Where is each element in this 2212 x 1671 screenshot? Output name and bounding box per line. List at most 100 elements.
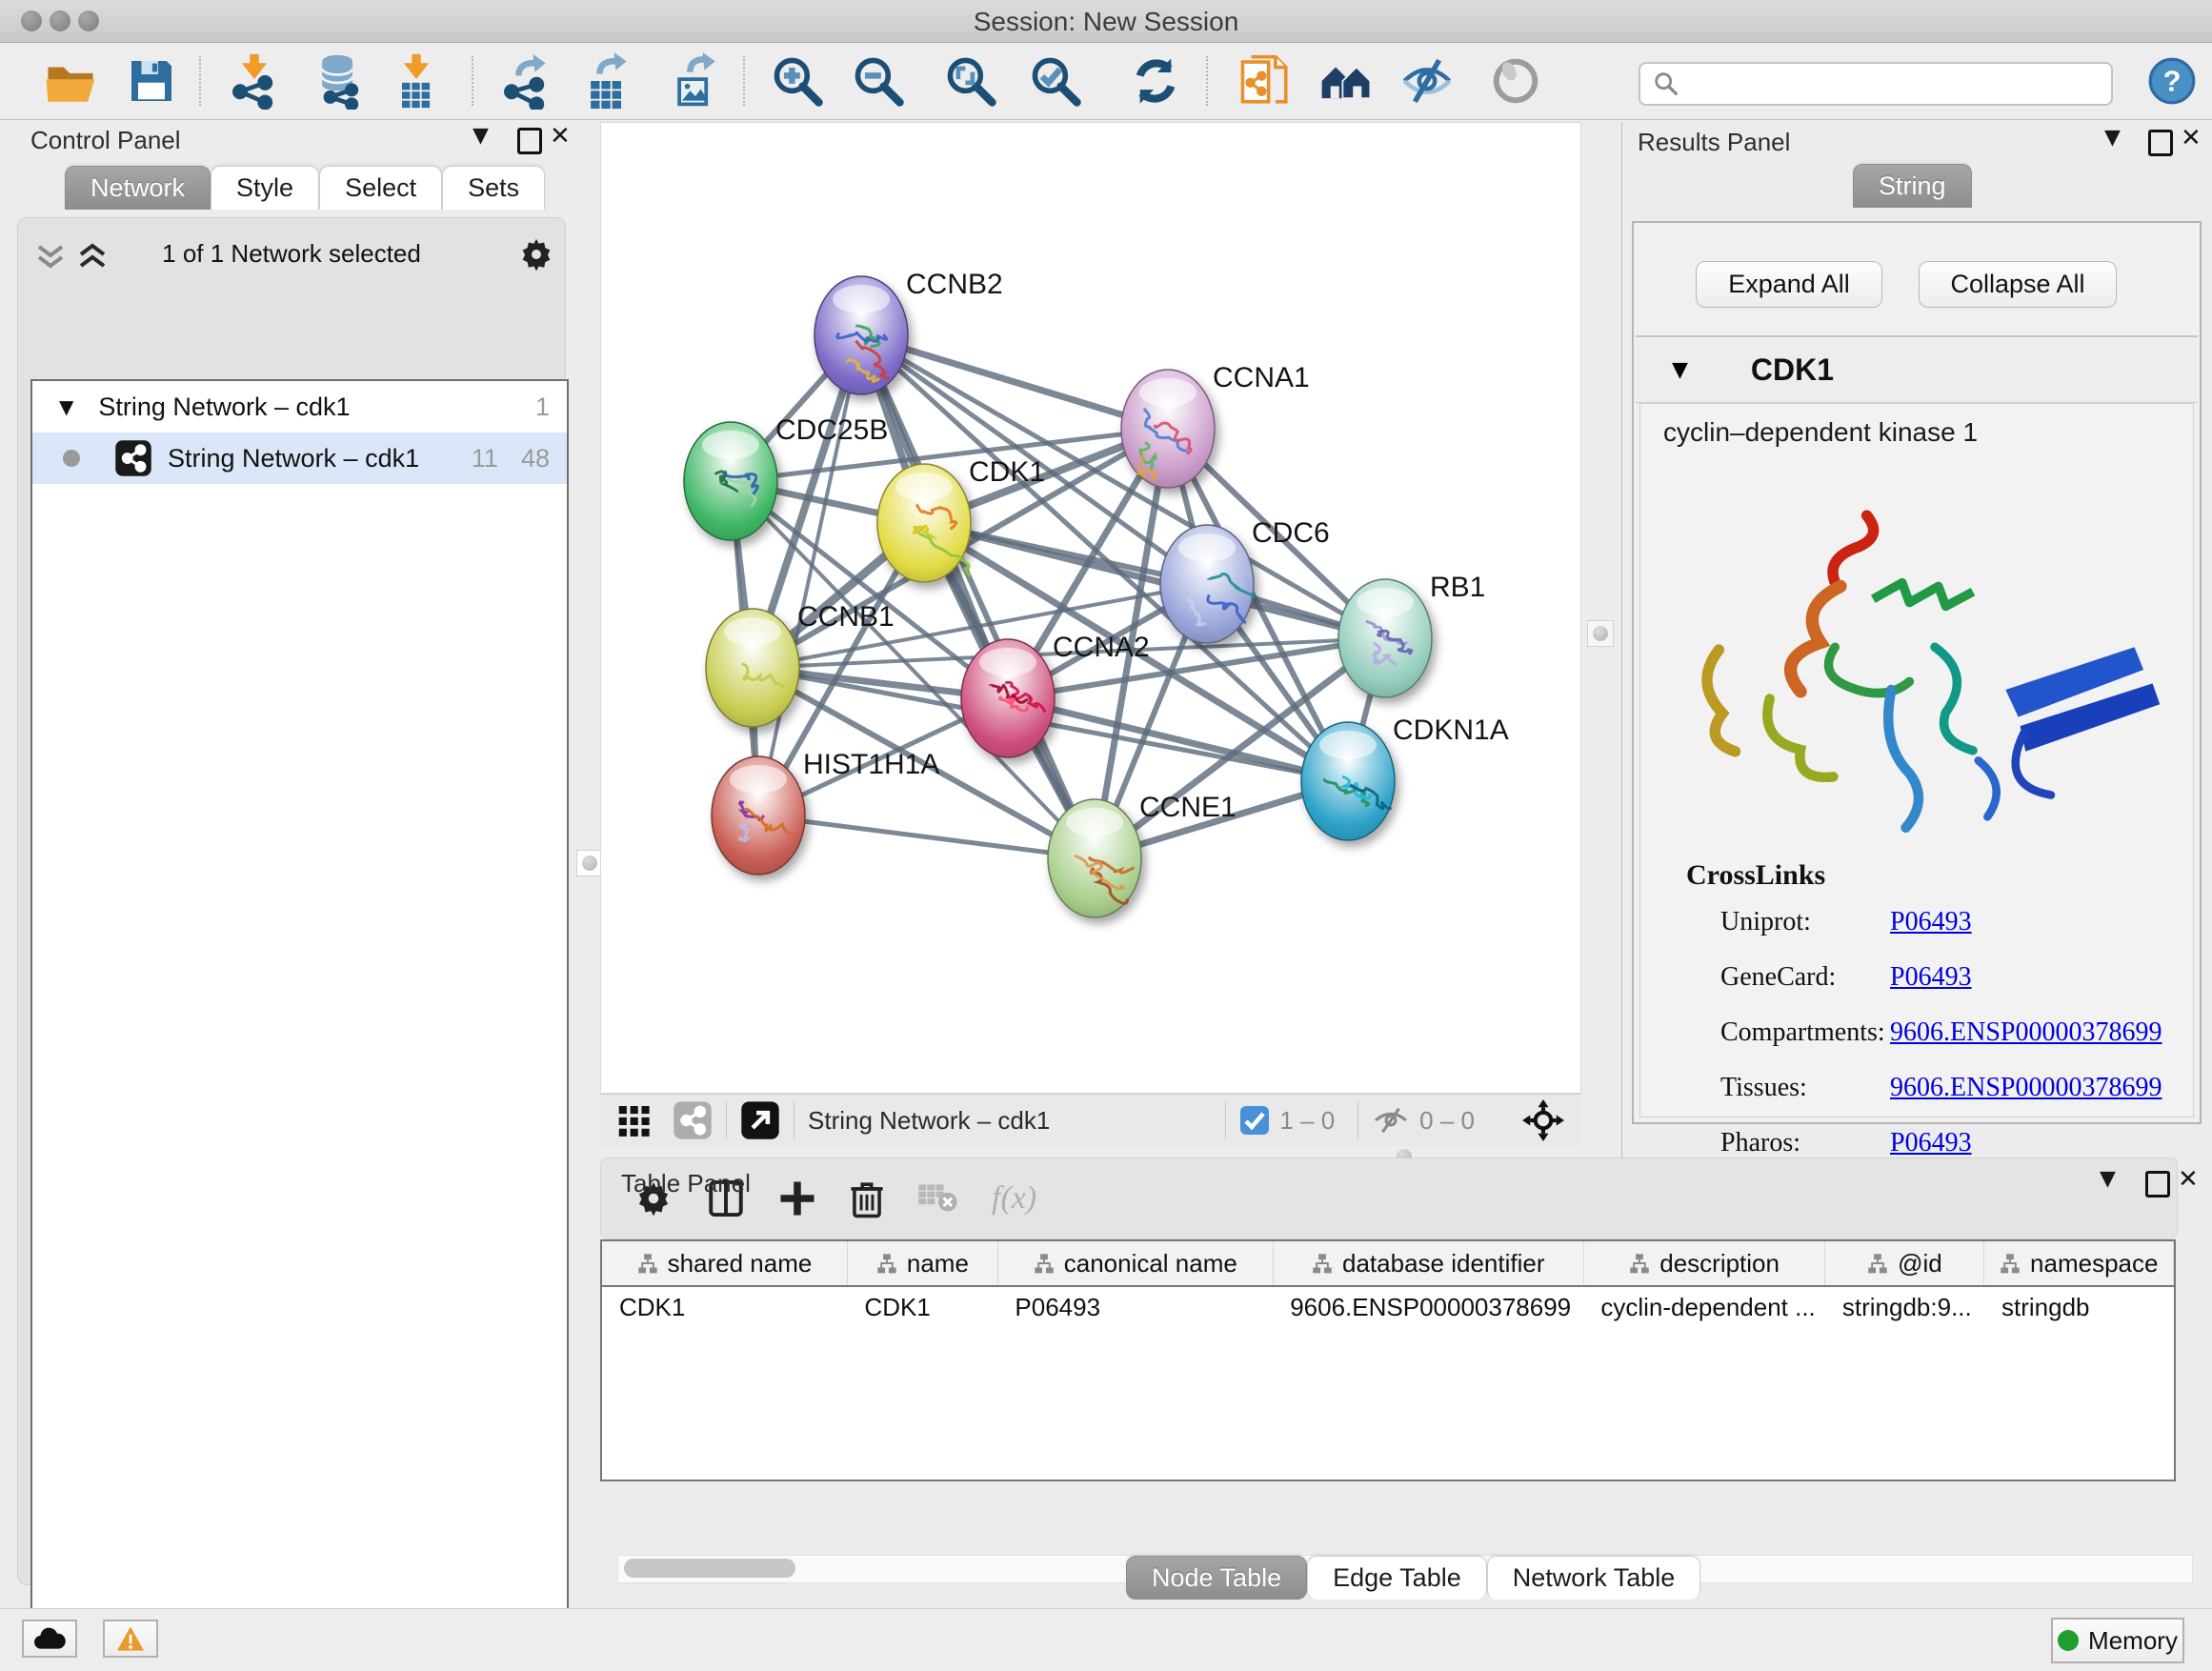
zoom-fit-button[interactable] — [938, 49, 1003, 113]
warning-status-button[interactable] — [103, 1620, 158, 1658]
memory-button[interactable]: Memory — [2051, 1618, 2184, 1663]
tab-string[interactable]: String — [1853, 164, 1972, 208]
hide-unhide-button[interactable] — [1395, 49, 1459, 113]
gene-expander-icon[interactable]: ▼ — [1672, 358, 1688, 382]
tab-style[interactable]: Style — [211, 166, 319, 210]
tab-node-table[interactable]: Node Table — [1126, 1556, 1307, 1600]
selected-checkbox-icon[interactable] — [1239, 1105, 1270, 1136]
table-row[interactable]: CDK1CDK1P064939606.ENSP00000378699cyclin… — [602, 1286, 2174, 1327]
gear-icon[interactable] — [517, 235, 555, 273]
column-header-namespace[interactable]: namespace — [1984, 1241, 2174, 1286]
table-cell[interactable]: P06493 — [997, 1286, 1273, 1327]
results-panel-float-icon[interactable] — [2148, 130, 2173, 156]
right-splitter-handle[interactable] — [1587, 620, 1614, 647]
create-column-button[interactable] — [778, 1179, 816, 1218]
table-cell[interactable]: 9606.ENSP00000378699 — [1273, 1286, 1583, 1327]
import-network-from-database-button[interactable] — [307, 49, 372, 113]
node-CDC6[interactable]: CDC6 — [1160, 517, 1330, 643]
inactive-view-button[interactable] — [1483, 49, 1548, 113]
cloud-icon — [33, 1627, 66, 1650]
tab-select[interactable]: Select — [319, 166, 442, 210]
expand-all-button[interactable]: Expand All — [1696, 261, 1882, 308]
detach-view-icon[interactable] — [740, 1100, 780, 1140]
zoom-selected-button[interactable] — [1023, 49, 1088, 113]
node-table[interactable]: shared namenamecanonical namedatabase id… — [600, 1239, 2176, 1481]
export-network-button[interactable] — [493, 49, 558, 113]
cloud-status-button[interactable] — [22, 1620, 77, 1658]
table-cell[interactable]: CDK1 — [847, 1286, 997, 1327]
node-CDKN1A[interactable]: CDKN1A — [1301, 715, 1509, 840]
help-button[interactable]: ? — [2140, 49, 2204, 113]
main-toolbar: ? — [0, 43, 2212, 120]
birdseye-view-icon[interactable] — [673, 1100, 713, 1140]
table-panel-close-icon[interactable]: ✕ — [2178, 1165, 2199, 1194]
window-title: Session: New Session — [0, 7, 2212, 37]
results-panel-close-icon[interactable]: ✕ — [2181, 124, 2202, 152]
node-CCNE1[interactable]: CCNE1 — [1048, 792, 1237, 917]
node-CCNB2[interactable]: CCNB2 — [814, 269, 1003, 394]
hidden-eye-icon[interactable] — [1372, 1105, 1410, 1136]
scrollbar-thumb[interactable] — [624, 1559, 795, 1578]
crosslink-value[interactable]: 9606.ENSP00000378699 — [1890, 1017, 2162, 1048]
grid-view-icon[interactable] — [615, 1101, 654, 1139]
column-header-@id[interactable]: @id — [1825, 1241, 1984, 1286]
table-panel-collapse-icon[interactable]: ▼ — [2100, 1167, 2116, 1191]
clone-network-button[interactable] — [1233, 49, 1297, 113]
save-session-button[interactable] — [119, 49, 184, 113]
zoom-out-button[interactable] — [846, 49, 911, 113]
table-panel-float-icon[interactable] — [2145, 1171, 2170, 1198]
node-RB1[interactable]: RB1 — [1338, 572, 1485, 697]
delete-column-button[interactable] — [849, 1178, 885, 1218]
column-header-name[interactable]: name — [847, 1241, 997, 1286]
collapse-all-button[interactable]: Collapse All — [1919, 261, 2117, 308]
column-type-icon — [1312, 1253, 1333, 1274]
open-session-button[interactable] — [38, 49, 103, 113]
gene-section-header[interactable]: ▼ CDK1 — [1636, 337, 2198, 403]
crosslink-value[interactable]: P06493 — [1890, 1128, 1972, 1158]
import-network-button[interactable] — [222, 49, 287, 113]
network-canvas[interactable]: CCNB2CCNA1CDC25BCDK1CDC6RB1CCNB1CCNA2CDK… — [600, 122, 1581, 1094]
table-cell[interactable]: CDK1 — [602, 1286, 847, 1327]
crosslinks-list: Uniprot:P06493GeneCard:P06493Compartment… — [1720, 907, 2178, 1183]
export-image-button[interactable] — [663, 49, 728, 113]
column-header-description[interactable]: description — [1583, 1241, 1825, 1286]
control-panel-close-icon[interactable]: ✕ — [550, 122, 571, 151]
fit-selected-crosshair-icon[interactable] — [1522, 1099, 1564, 1141]
tab-edge-table[interactable]: Edge Table — [1307, 1556, 1487, 1600]
column-header-canonical-name[interactable]: canonical name — [997, 1241, 1273, 1286]
canvas-bar-separator — [1357, 1101, 1358, 1139]
table-cell[interactable]: cyclin-dependent ... — [1583, 1286, 1825, 1327]
table-cell[interactable]: stringdb:9... — [1825, 1286, 1984, 1327]
tab-network[interactable]: Network — [65, 166, 211, 210]
network-tree: ▼ String Network – cdk1 1 String Network… — [30, 379, 569, 1671]
eye-slash-icon — [1399, 53, 1455, 109]
column-header-shared-name[interactable]: shared name — [602, 1241, 847, 1286]
export-table-button[interactable] — [574, 49, 639, 113]
refresh-layout-button[interactable] — [1123, 49, 1188, 113]
control-panel-float-icon[interactable] — [517, 128, 542, 154]
results-panel-collapse-icon[interactable]: ▼ — [2104, 126, 2121, 150]
crosslink-value[interactable]: P06493 — [1890, 907, 1972, 937]
import-table-button[interactable] — [384, 49, 449, 113]
zoom-in-button[interactable] — [765, 49, 830, 113]
control-panel-collapse-icon[interactable]: ▼ — [473, 124, 489, 148]
table-cell[interactable]: stringdb — [1984, 1286, 2174, 1327]
crosslink-value[interactable]: P06493 — [1890, 962, 1972, 993]
node-CDC25B[interactable]: CDC25B — [684, 414, 888, 540]
search-box[interactable] — [1639, 62, 2113, 106]
tab-network-table[interactable]: Network Table — [1487, 1556, 1701, 1600]
left-splitter-handle[interactable] — [576, 850, 603, 876]
crosslink-value[interactable]: 9606.ENSP00000378699 — [1890, 1073, 2162, 1103]
search-input[interactable] — [1688, 66, 2111, 102]
network-overview-button[interactable] — [1314, 49, 1378, 113]
network-row[interactable]: String Network – cdk1 11 48 — [32, 433, 567, 484]
network-graph[interactable]: CCNB2CCNA1CDC25BCDK1CDC6RB1CCNB1CCNA2CDK… — [601, 123, 1580, 1093]
column-header-database-identifier[interactable]: database identifier — [1273, 1241, 1583, 1286]
edge-HIST1H1A-CCNE1[interactable] — [758, 815, 1095, 858]
network-collection-row[interactable]: ▼ String Network – cdk1 1 — [32, 381, 567, 433]
node-CCNA1[interactable]: CCNA1 — [1121, 362, 1310, 488]
tree-expander-icon[interactable]: ▼ — [59, 395, 73, 418]
edge-CCNB2-HIST1H1A[interactable] — [758, 335, 861, 815]
tab-sets[interactable]: Sets — [442, 166, 545, 210]
node-HIST1H1A[interactable]: HIST1H1A — [712, 749, 939, 875]
